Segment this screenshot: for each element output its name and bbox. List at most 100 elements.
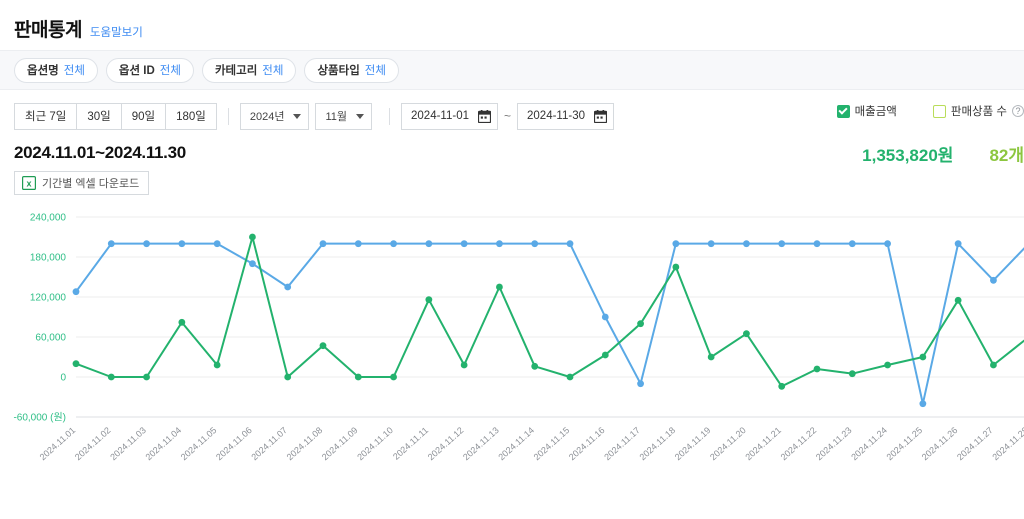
filter-chip-option-id[interactable]: 옵션 ID 전체 (105, 57, 194, 83)
data-point[interactable] (707, 353, 715, 361)
data-point[interactable] (884, 361, 891, 369)
range-button-90d[interactable]: 90일 (120, 102, 167, 130)
data-point[interactable] (354, 373, 362, 381)
data-point[interactable] (672, 263, 680, 271)
data-point[interactable] (72, 288, 80, 296)
range-button-30d[interactable]: 30일 (76, 102, 122, 130)
y-axis-tick-label: 240,000 (30, 213, 67, 224)
x-axis-tick-label: 2024.11.01 (38, 425, 78, 462)
data-point[interactable] (813, 365, 821, 373)
data-point[interactable] (213, 240, 221, 248)
data-point[interactable] (954, 240, 962, 248)
data-point[interactable] (425, 296, 433, 304)
data-point[interactable] (743, 330, 750, 338)
quick-range-button-group: 최근 7일 30일 90일 180일 (14, 102, 217, 130)
data-point[interactable] (743, 240, 750, 248)
data-point[interactable] (707, 240, 715, 248)
data-point[interactable] (319, 240, 327, 248)
data-point[interactable] (601, 313, 609, 321)
data-point[interactable] (284, 283, 292, 291)
data-point[interactable] (460, 361, 468, 369)
data-point[interactable] (213, 361, 221, 369)
data-point[interactable] (143, 373, 150, 381)
data-point[interactable] (143, 240, 150, 248)
data-point[interactable] (954, 296, 962, 304)
data-point[interactable] (848, 370, 856, 378)
data-point[interactable] (778, 240, 786, 248)
data-point[interactable] (390, 373, 397, 381)
x-axis-tick-label: 2024.11.15 (532, 425, 572, 462)
filter-chip-label: 카테고리 (214, 65, 258, 77)
x-axis-tick-label: 2024.11.23 (814, 425, 854, 462)
data-point[interactable] (778, 382, 786, 390)
date-from-input[interactable]: 2024-11-01 (401, 102, 498, 130)
data-point[interactable] (848, 240, 856, 248)
month-select-value: 11월 (325, 111, 348, 123)
sales-chart-svg: 240,000180,000120,00060,0000-60,000 (원)2… (13, 213, 1024, 462)
data-point[interactable] (990, 361, 997, 369)
filter-chip-value: 전체 (63, 65, 85, 77)
x-axis-tick-label: 2024.11.28 (990, 425, 1024, 462)
help-link[interactable]: 도움말보기 (90, 27, 143, 41)
date-control-row: 최근 7일 30일 90일 180일 2024년 11월 2024-11-01 (0, 94, 1024, 138)
checkbox-unchecked-icon[interactable] (932, 104, 946, 118)
legend-item-sales-amount[interactable]: 매출금액 (836, 103, 897, 119)
range-button-7d[interactable]: 최근 7일 (14, 102, 78, 130)
x-axis-tick-label: 2024.11.22 (779, 425, 819, 462)
data-point[interactable] (884, 240, 891, 248)
legend-label-sales-amount: 매출금액 (854, 106, 897, 118)
excel-download-row: x 기간별 엑셀 다운로드 (0, 168, 1024, 195)
data-point[interactable] (531, 240, 539, 248)
x-axis-tick-label: 2024.11.06 (214, 425, 254, 462)
range-button-180d[interactable]: 180일 (165, 102, 217, 130)
data-point[interactable] (107, 240, 115, 248)
date-to-input[interactable]: 2024-11-30 (517, 102, 614, 130)
info-icon[interactable]: ? (1012, 105, 1024, 117)
data-point[interactable] (566, 240, 574, 248)
data-point[interactable] (637, 380, 644, 388)
data-point[interactable] (566, 373, 574, 381)
data-point[interactable] (601, 351, 609, 359)
year-select[interactable]: 2024년 (239, 102, 310, 130)
filter-chip-category[interactable]: 카테고리 전체 (201, 57, 297, 83)
x-axis-tick-label: 2024.11.05 (179, 425, 219, 462)
data-point[interactable] (178, 240, 186, 248)
checkbox-checked-icon[interactable] (836, 104, 850, 118)
data-point[interactable] (496, 240, 503, 248)
data-point[interactable] (460, 240, 468, 248)
data-point[interactable] (672, 240, 680, 248)
y-axis-tick-label: 0 (60, 373, 66, 384)
x-axis-tick-label: 2024.11.27 (955, 425, 995, 462)
data-point[interactable] (531, 362, 539, 370)
data-point[interactable] (425, 240, 433, 248)
filter-chip-product-type[interactable]: 상품타입 전체 (304, 57, 399, 83)
month-select[interactable]: 11월 (315, 102, 373, 130)
x-axis-tick-label: 2024.11.21 (743, 425, 783, 462)
excel-download-button[interactable]: x 기간별 엑셀 다운로드 (14, 171, 150, 195)
summary-row: 2024.11.01~2024.11.30 1,353,820원 82개 (0, 138, 1024, 168)
data-point[interactable] (637, 320, 644, 328)
data-point[interactable] (354, 240, 362, 248)
data-point[interactable] (813, 240, 821, 248)
legend-item-product-count[interactable]: 판매상품 수 ? (932, 103, 1024, 119)
data-point[interactable] (249, 233, 256, 241)
data-point[interactable] (919, 400, 927, 408)
data-point[interactable] (319, 342, 327, 350)
data-point[interactable] (284, 373, 292, 381)
x-axis-tick-label: 2024.11.11 (391, 425, 430, 462)
data-point[interactable] (178, 318, 186, 326)
data-point[interactable] (72, 360, 80, 368)
data-point[interactable] (496, 283, 503, 291)
x-axis-tick-label: 2024.11.17 (602, 425, 642, 462)
data-point[interactable] (919, 353, 927, 361)
data-point[interactable] (107, 373, 115, 381)
year-select-value: 2024년 (249, 111, 285, 123)
data-point[interactable] (390, 240, 397, 248)
excel-file-icon: x (22, 176, 36, 190)
filter-chip-option-name[interactable]: 옵션명 전체 (14, 57, 98, 83)
data-point[interactable] (249, 260, 256, 268)
svg-text:x: x (26, 178, 31, 188)
data-point[interactable] (990, 276, 997, 284)
calendar-icon (594, 109, 607, 123)
date-to-value: 2024-11-30 (527, 110, 585, 122)
